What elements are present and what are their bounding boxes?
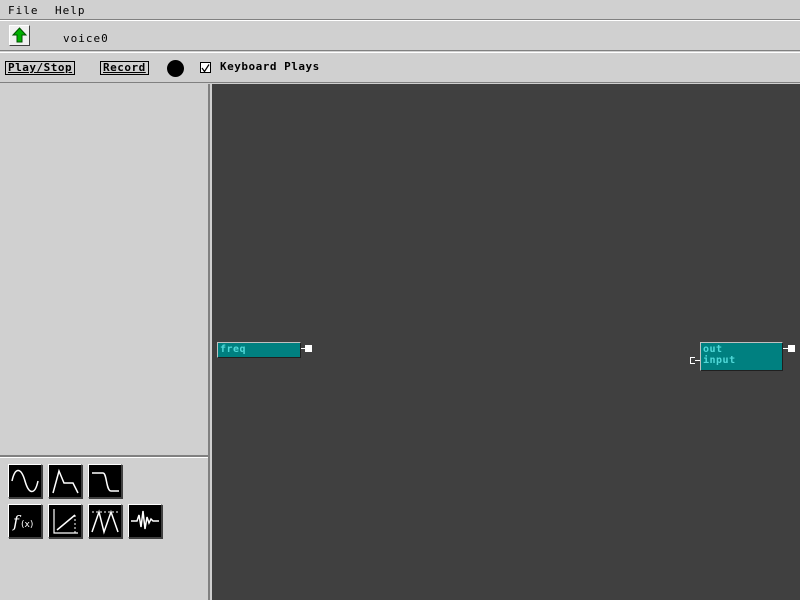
freq-output-port[interactable] xyxy=(305,345,312,352)
output-node[interactable]: out input xyxy=(700,342,783,371)
play-stop-button[interactable]: Play/Stop xyxy=(5,61,76,75)
menu-file[interactable]: File xyxy=(8,5,39,16)
sample-waveform-icon xyxy=(131,510,159,530)
transport-toolbar: Play/Stop Record Keyboard Plays xyxy=(0,52,800,83)
bandpass-filter-button[interactable] xyxy=(88,504,122,538)
record-indicator-icon xyxy=(167,60,184,77)
ramp-icon xyxy=(53,509,78,534)
sample-waveform-button[interactable] xyxy=(128,504,162,538)
voice-name: voice0 xyxy=(63,32,109,45)
output-out-port[interactable] xyxy=(788,345,795,352)
left-panel: f (x) xyxy=(0,84,210,600)
output-node-input-label: input xyxy=(703,355,736,366)
bandpass-filter-icon xyxy=(91,509,119,535)
up-arrow-icon xyxy=(11,27,28,43)
envelope-icon xyxy=(52,468,79,494)
up-arrow-button[interactable] xyxy=(9,25,30,46)
keyboard-plays-label: Keyboard Plays xyxy=(220,60,320,73)
record-button[interactable]: Record xyxy=(100,61,149,75)
palette-divider xyxy=(0,455,208,458)
freq-node[interactable]: freq xyxy=(217,342,301,358)
function-icon: f (x) xyxy=(12,512,33,531)
patch-canvas[interactable]: freq out input xyxy=(212,84,800,600)
checkmark-icon xyxy=(201,64,210,73)
menu-bar: File Help xyxy=(0,0,800,20)
output-input-wire xyxy=(695,360,700,361)
voice-toolbar: voice0 xyxy=(0,20,800,51)
ramp-button[interactable] xyxy=(48,504,82,538)
freq-node-label: freq xyxy=(220,344,247,355)
menu-help[interactable]: Help xyxy=(55,5,86,16)
sine-wave-button[interactable] xyxy=(8,464,42,498)
output-node-out-label: out xyxy=(703,344,723,355)
function-button[interactable]: f (x) xyxy=(8,504,42,538)
lowpass-filter-button[interactable] xyxy=(88,464,122,498)
envelope-button[interactable] xyxy=(48,464,82,498)
lowpass-filter-icon xyxy=(92,472,119,492)
svg-text:(x): (x) xyxy=(21,520,33,530)
sine-wave-icon xyxy=(11,469,39,493)
keyboard-plays-checkbox[interactable] xyxy=(200,62,211,73)
